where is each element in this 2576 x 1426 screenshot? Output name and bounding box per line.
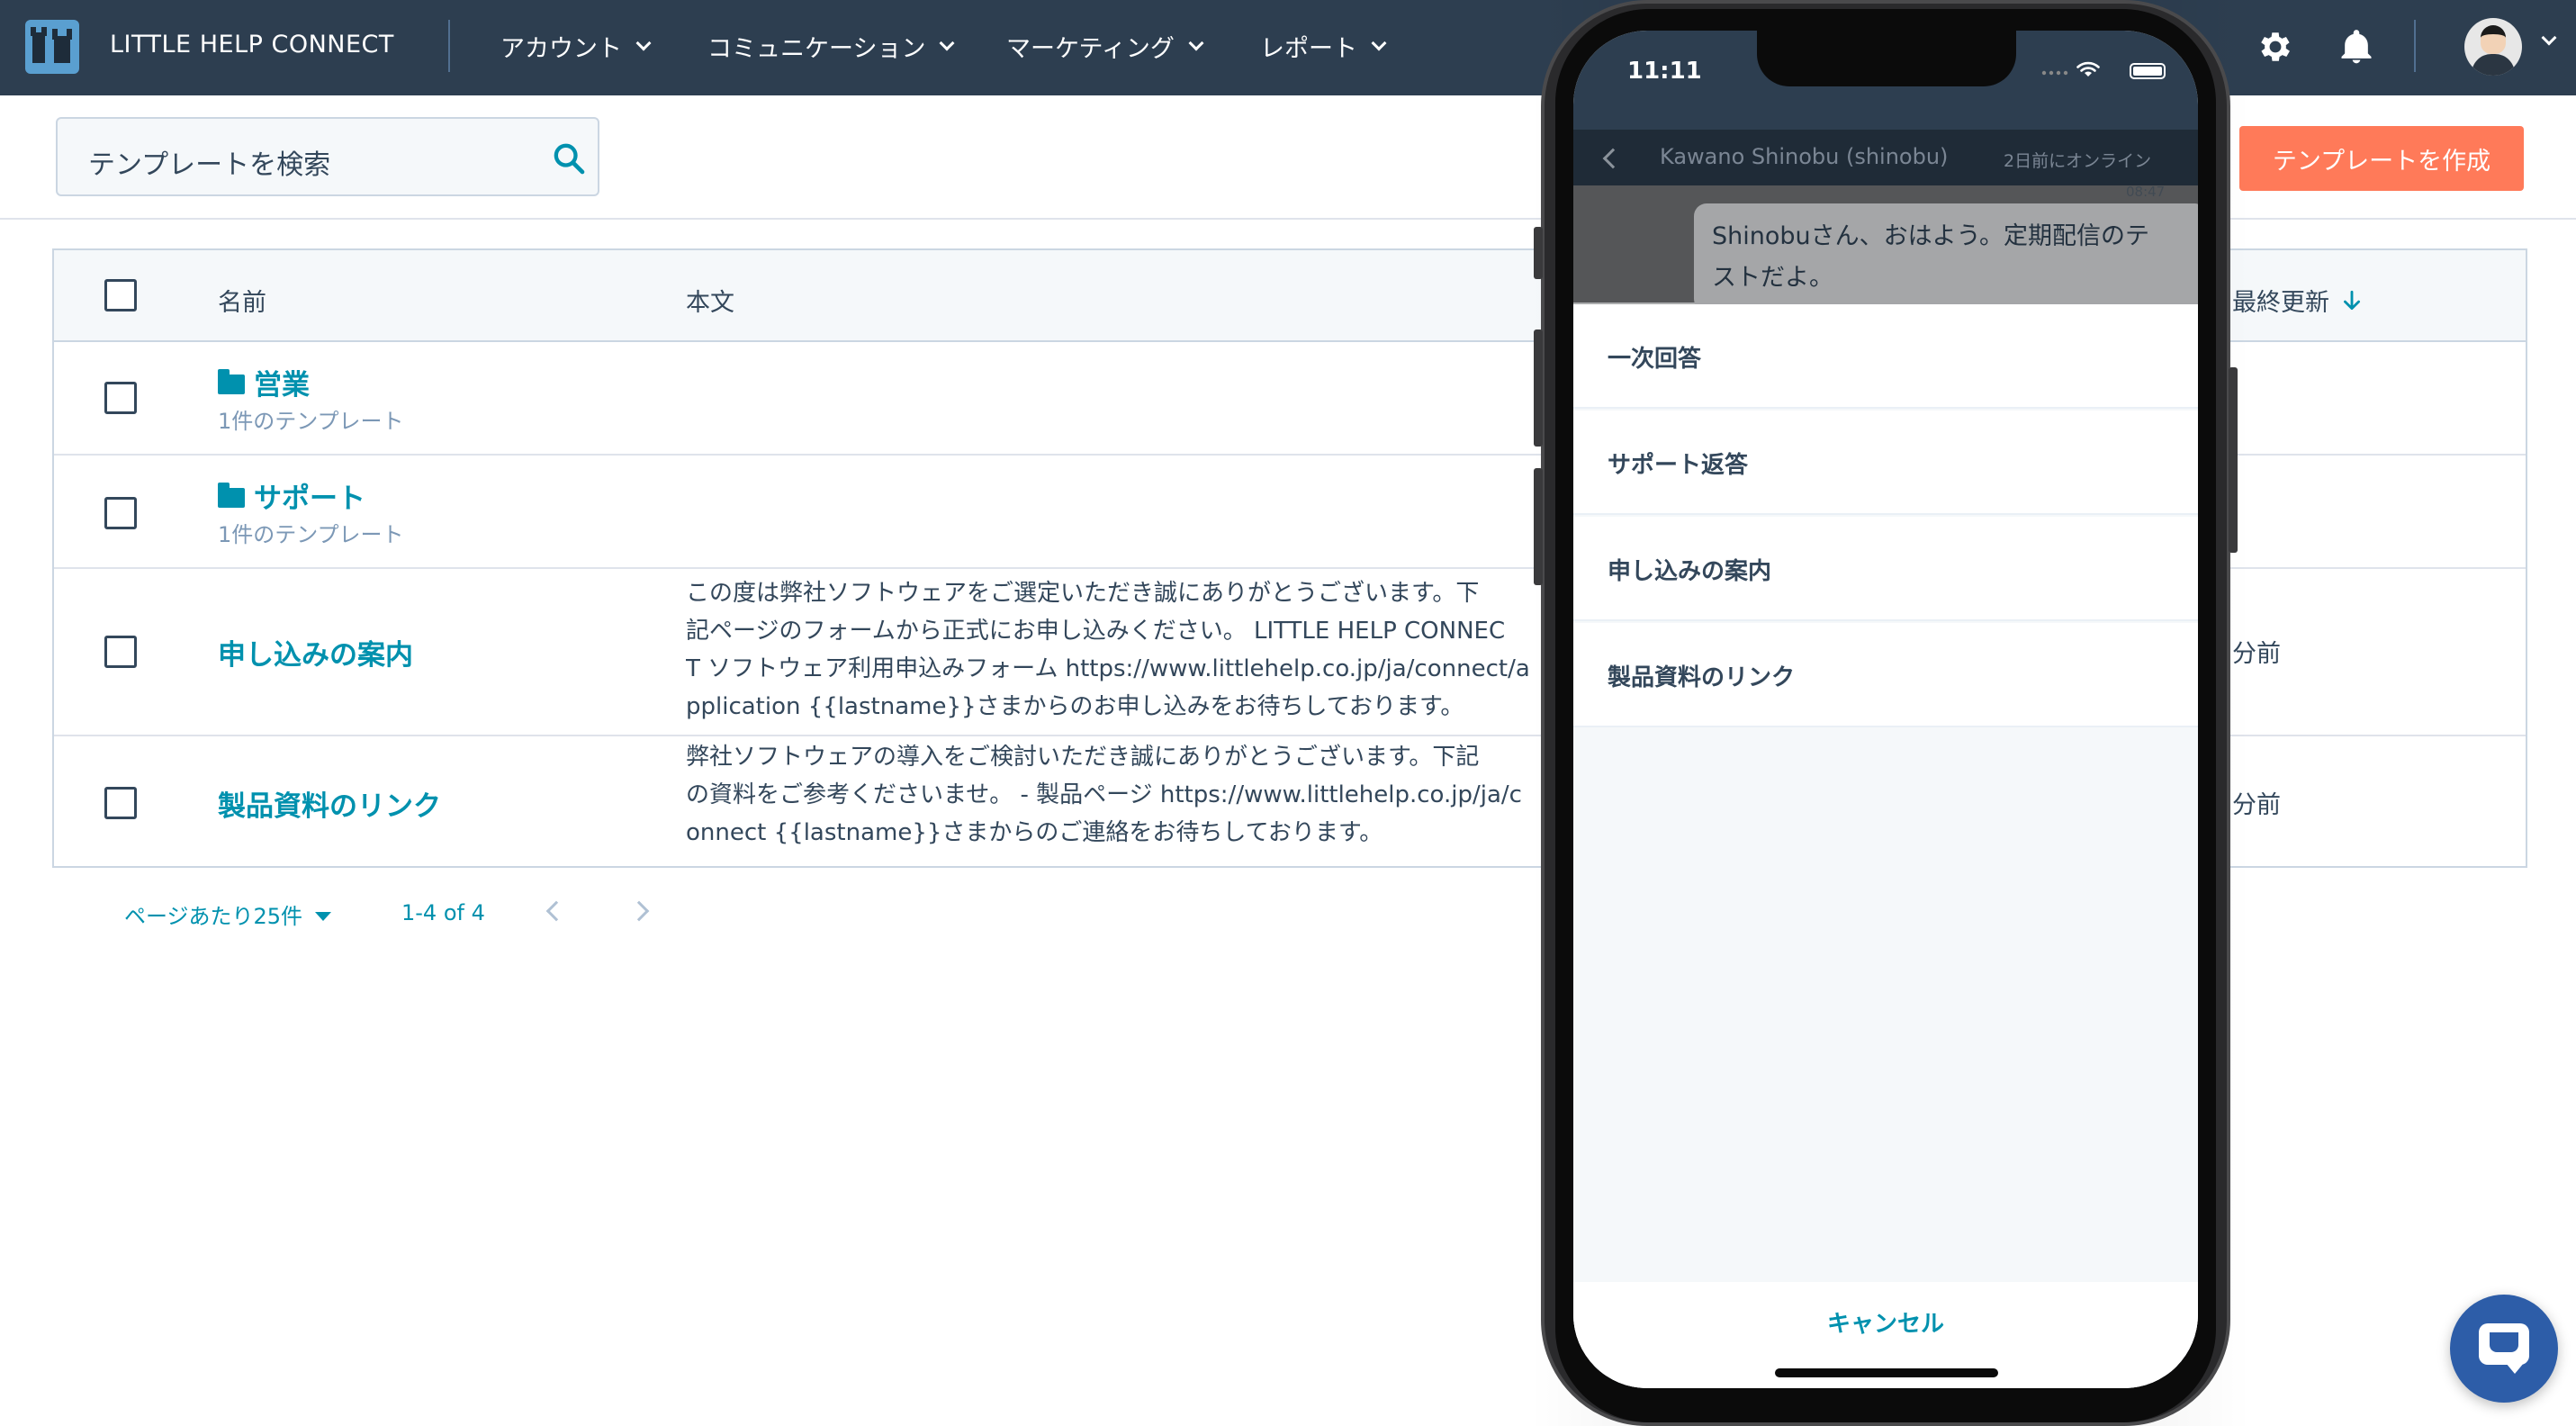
nav-divider [2414,20,2416,72]
search-placeholder: テンプレートを検索 [88,149,331,181]
modal-overlay[interactable] [1573,130,2198,304]
nav-item-reports[interactable]: レポート [1260,29,1387,64]
folder-name: サポート [254,483,365,515]
template-body: 弊社ソフトウェアの導入をご検討いただき誠にありがとうございます。下記 の資料をご… [686,744,1522,846]
template-action-sheet: 一次回答 サポート返答 申し込みの案内 製品資料のリンク [1573,304,2198,1388]
caret-down-icon [315,911,332,921]
chevron-down-icon [635,35,652,50]
row-checkbox[interactable] [104,787,137,819]
folder-count: 1件のテンプレート [218,409,404,434]
chat-launcher-button[interactable] [2450,1295,2558,1403]
gear-icon[interactable] [2256,27,2295,67]
home-indicator [1775,1368,1998,1377]
avatar[interactable] [2464,18,2522,76]
per-page-label: ページあたり25件 [124,904,303,929]
create-template-button[interactable]: テンプレートを作成 [2239,126,2524,191]
arrow-down-icon [2344,290,2360,310]
prev-page-icon[interactable] [545,900,567,922]
per-page-select[interactable]: ページあたり25件 [124,898,332,930]
sheet-item-label: 製品資料のリンク [1608,664,1796,691]
sheet-item[interactable]: サポート返答 [1573,411,2198,515]
template-name-link[interactable]: 申し込みの案内 [218,632,413,672]
sheet-item[interactable]: 申し込みの案内 [1573,517,2198,621]
sheet-item-label: 一次回答 [1608,346,1702,373]
phone-side-button [2229,367,2238,553]
column-header-body: 本文 [686,289,734,317]
nav-item-communication[interactable]: コミュニケーション [707,29,955,64]
nav-divider [448,20,450,72]
chevron-down-icon [939,35,955,50]
folder-count: 1件のテンプレート [218,522,404,547]
battery-icon [2130,63,2166,79]
nav-item-label: マーケティング [1006,35,1175,63]
status-time: 11:11 [1627,58,1702,85]
next-page-icon[interactable] [628,900,650,922]
folder-link[interactable]: サポート [218,475,365,516]
sheet-item[interactable]: 一次回答 [1573,304,2198,409]
chevron-down-icon[interactable] [2541,30,2557,46]
folder-name: 営業 [254,369,310,402]
app-name: LITTLE HELP CONNECT [110,31,394,59]
nav-item-label: コミュニケーション [707,35,926,63]
folder-icon [218,482,245,508]
nav-item-label: レポート [1260,35,1357,63]
sheet-item[interactable]: 製品資料のリンク [1573,623,2198,727]
folder-link[interactable]: 営業 [218,362,310,402]
chevron-down-icon [1371,35,1387,50]
template-name-link[interactable]: 製品資料のリンク [218,783,441,824]
sheet-item-label: サポート返答 [1608,452,1749,479]
nav-item-label: アカウント [500,35,622,63]
nav-item-account[interactable]: アカウント [500,29,652,64]
phone-side-button [1534,329,1543,447]
chat-bubble-icon [2479,1323,2529,1374]
nav-item-marketing[interactable]: マーケティング [1006,29,1204,64]
phone-screen: 11:11 Kawano Shinobu (shinobu) 2日前にオンライン… [1573,31,2198,1388]
folder-icon [218,368,245,394]
search-icon[interactable] [551,140,587,176]
phone-side-button [1534,468,1543,585]
chevron-down-icon [1188,35,1204,50]
signal-icon [2041,70,2068,76]
row-checkbox[interactable] [104,382,137,414]
search-input[interactable]: テンプレートを検索 [56,117,599,196]
column-header-name[interactable]: 名前 [218,283,266,318]
select-all-checkbox[interactable] [104,279,137,311]
column-header-updated[interactable]: 最終更新 [2232,283,2364,318]
phone-side-button [1534,227,1543,279]
sheet-item-label: 申し込みの案内 [1608,558,1772,585]
bell-icon[interactable] [2337,27,2376,67]
row-checkbox[interactable] [104,497,137,529]
app-logo[interactable] [25,20,79,74]
wifi-icon [2076,61,2100,77]
phone-notch [1757,31,2016,86]
row-checkbox[interactable] [104,636,137,668]
pagination-range: 1-4 of 4 [401,900,485,925]
template-body: この度は弊社ソフトウェアをご選定いただき誠にありがとうございます。下 記ページの… [686,580,1530,720]
cancel-label: キャンセル [1826,1311,1944,1338]
